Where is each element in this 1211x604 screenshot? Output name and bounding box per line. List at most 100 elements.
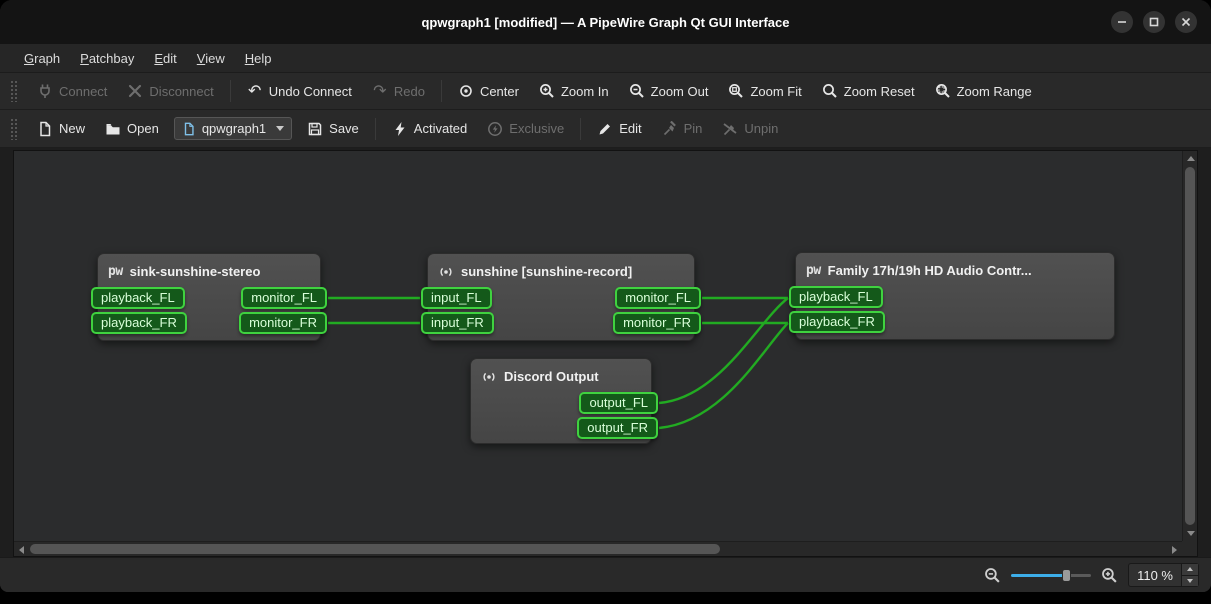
zoom-reset-icon	[822, 83, 838, 99]
port-output[interactable]: output_FL	[579, 392, 658, 414]
port-input[interactable]: playback_FL	[789, 286, 883, 308]
port-output[interactable]: monitor_FL	[615, 287, 701, 309]
undo-connect-button[interactable]: ↶ Undo Connect	[238, 78, 361, 104]
zoom-slider[interactable]	[1011, 567, 1091, 583]
zoom-spinbox[interactable]: 110 %	[1128, 563, 1199, 587]
zoom-fit-icon	[728, 83, 744, 99]
port-row: input_FR monitor_FR	[428, 312, 694, 334]
pin-label: Pin	[684, 121, 703, 136]
node-title: sink-sunshine-stereo	[130, 264, 261, 279]
menu-view[interactable]: View	[187, 46, 235, 71]
exclusive-icon	[487, 121, 503, 137]
zoom-slider-handle[interactable]	[1062, 569, 1071, 582]
graph-canvas[interactable]: pw sink-sunshine-stereo playback_FL moni…	[13, 150, 1198, 557]
scroll-left-arrow[interactable]	[14, 542, 29, 557]
port-row: playback_FL monitor_FL	[98, 287, 320, 309]
zoom-slider-track	[1011, 574, 1091, 577]
new-button[interactable]: New	[28, 116, 94, 142]
zoom-value: 110 %	[1129, 564, 1181, 586]
toolbar-separator	[375, 118, 376, 140]
connect-button[interactable]: Connect	[28, 78, 116, 104]
horizontal-scrollbar-thumb[interactable]	[30, 544, 720, 554]
menu-help[interactable]: Help	[235, 46, 282, 71]
node-title: sunshine [sunshine-record]	[461, 264, 632, 279]
zoom-spin-up[interactable]	[1182, 564, 1198, 575]
zoom-spin-down[interactable]	[1182, 575, 1198, 587]
patchbay-select-value: qpwgraph1	[202, 121, 266, 136]
scroll-right-arrow[interactable]	[1167, 542, 1182, 557]
patchbay-file-icon	[182, 122, 196, 136]
zoom-out-button[interactable]: Zoom Out	[620, 78, 718, 104]
redo-icon: ↷	[372, 83, 388, 99]
node-family-hd-audio[interactable]: pw Family 17h/19h HD Audio Contr... play…	[795, 252, 1115, 340]
port-input[interactable]: playback_FL	[91, 287, 185, 309]
exclusive-button[interactable]: Exclusive	[478, 116, 573, 142]
menu-patchbay[interactable]: Patchbay	[70, 46, 144, 71]
vertical-scrollbar-thumb[interactable]	[1185, 167, 1195, 525]
menu-graph[interactable]: Graph	[14, 46, 70, 71]
zoom-in-small-icon[interactable]	[1101, 567, 1118, 584]
zoom-out-small-icon[interactable]	[984, 567, 1001, 584]
center-icon	[458, 83, 474, 99]
center-button[interactable]: Center	[449, 78, 528, 104]
port-input[interactable]: input_FR	[421, 312, 494, 334]
port-input[interactable]: input_FL	[421, 287, 492, 309]
toolbar-separator	[580, 118, 581, 140]
minimize-icon	[1117, 17, 1127, 27]
open-button[interactable]: Open	[96, 116, 168, 142]
activated-button[interactable]: Activated	[383, 116, 476, 142]
port-input[interactable]: playback_FR	[789, 311, 885, 333]
zoom-range-button[interactable]: Zoom Range	[926, 78, 1041, 104]
zoom-range-label: Zoom Range	[957, 84, 1032, 99]
maximize-button[interactable]	[1143, 11, 1165, 33]
toolbar-separator	[230, 80, 231, 102]
spin-arrows	[1181, 564, 1198, 586]
pipewire-logo-icon: pw	[806, 263, 821, 278]
toolbar-handle[interactable]	[10, 80, 18, 102]
title-bar: qpwgraph1 [modified] — A PipeWire Graph …	[0, 0, 1211, 44]
speaker-icon	[481, 369, 497, 385]
new-file-icon	[37, 121, 53, 137]
port-output[interactable]: monitor_FR	[613, 312, 701, 334]
unpin-button[interactable]: Unpin	[713, 116, 787, 142]
new-label: New	[59, 121, 85, 136]
redo-button[interactable]: ↷ Redo	[363, 78, 434, 104]
menu-edit[interactable]: Edit	[144, 46, 186, 71]
vertical-scrollbar[interactable]	[1182, 151, 1197, 541]
node-sunshine[interactable]: sunshine [sunshine-record] input_FL moni…	[427, 253, 695, 341]
zoom-reset-label: Zoom Reset	[844, 84, 915, 99]
node-title-row: pw Family 17h/19h HD Audio Contr...	[796, 253, 1114, 283]
central-area: pw sink-sunshine-stereo playback_FL moni…	[0, 148, 1211, 557]
node-title: Family 17h/19h HD Audio Contr...	[828, 263, 1032, 278]
zoom-reset-button[interactable]: Zoom Reset	[813, 78, 924, 104]
minimize-button[interactable]	[1111, 11, 1133, 33]
port-output[interactable]: monitor_FL	[241, 287, 327, 309]
disconnect-label: Disconnect	[149, 84, 213, 99]
port-output[interactable]: monitor_FR	[239, 312, 327, 334]
port-row: playback_FR	[796, 311, 1114, 333]
horizontal-scrollbar[interactable]	[14, 541, 1182, 556]
zoom-in-button[interactable]: Zoom In	[530, 78, 618, 104]
patchbay-select[interactable]: qpwgraph1	[174, 117, 292, 140]
scroll-up-arrow[interactable]	[1183, 151, 1198, 166]
toolbar-handle[interactable]	[10, 118, 18, 140]
connect-label: Connect	[59, 84, 107, 99]
scroll-down-arrow[interactable]	[1183, 526, 1198, 541]
node-title-row: pw sink-sunshine-stereo	[98, 254, 320, 284]
zoom-fit-button[interactable]: Zoom Fit	[719, 78, 810, 104]
port-output[interactable]: output_FR	[577, 417, 658, 439]
port-row: playback_FL	[796, 286, 1114, 308]
disconnect-button[interactable]: Disconnect	[118, 78, 222, 104]
save-button[interactable]: Save	[298, 116, 368, 142]
port-input[interactable]: playback_FR	[91, 312, 187, 334]
edit-button[interactable]: Edit	[588, 116, 650, 142]
maximize-icon	[1149, 17, 1159, 27]
zoom-out-icon	[629, 83, 645, 99]
pin-button[interactable]: Pin	[653, 116, 712, 142]
node-discord-output[interactable]: Discord Output output_FL output_FR	[470, 358, 652, 444]
port-row: output_FR	[471, 417, 651, 439]
close-button[interactable]	[1175, 11, 1197, 33]
open-folder-icon	[105, 121, 121, 137]
window-controls	[1111, 11, 1197, 33]
node-sink-sunshine-stereo[interactable]: pw sink-sunshine-stereo playback_FL moni…	[97, 253, 321, 341]
